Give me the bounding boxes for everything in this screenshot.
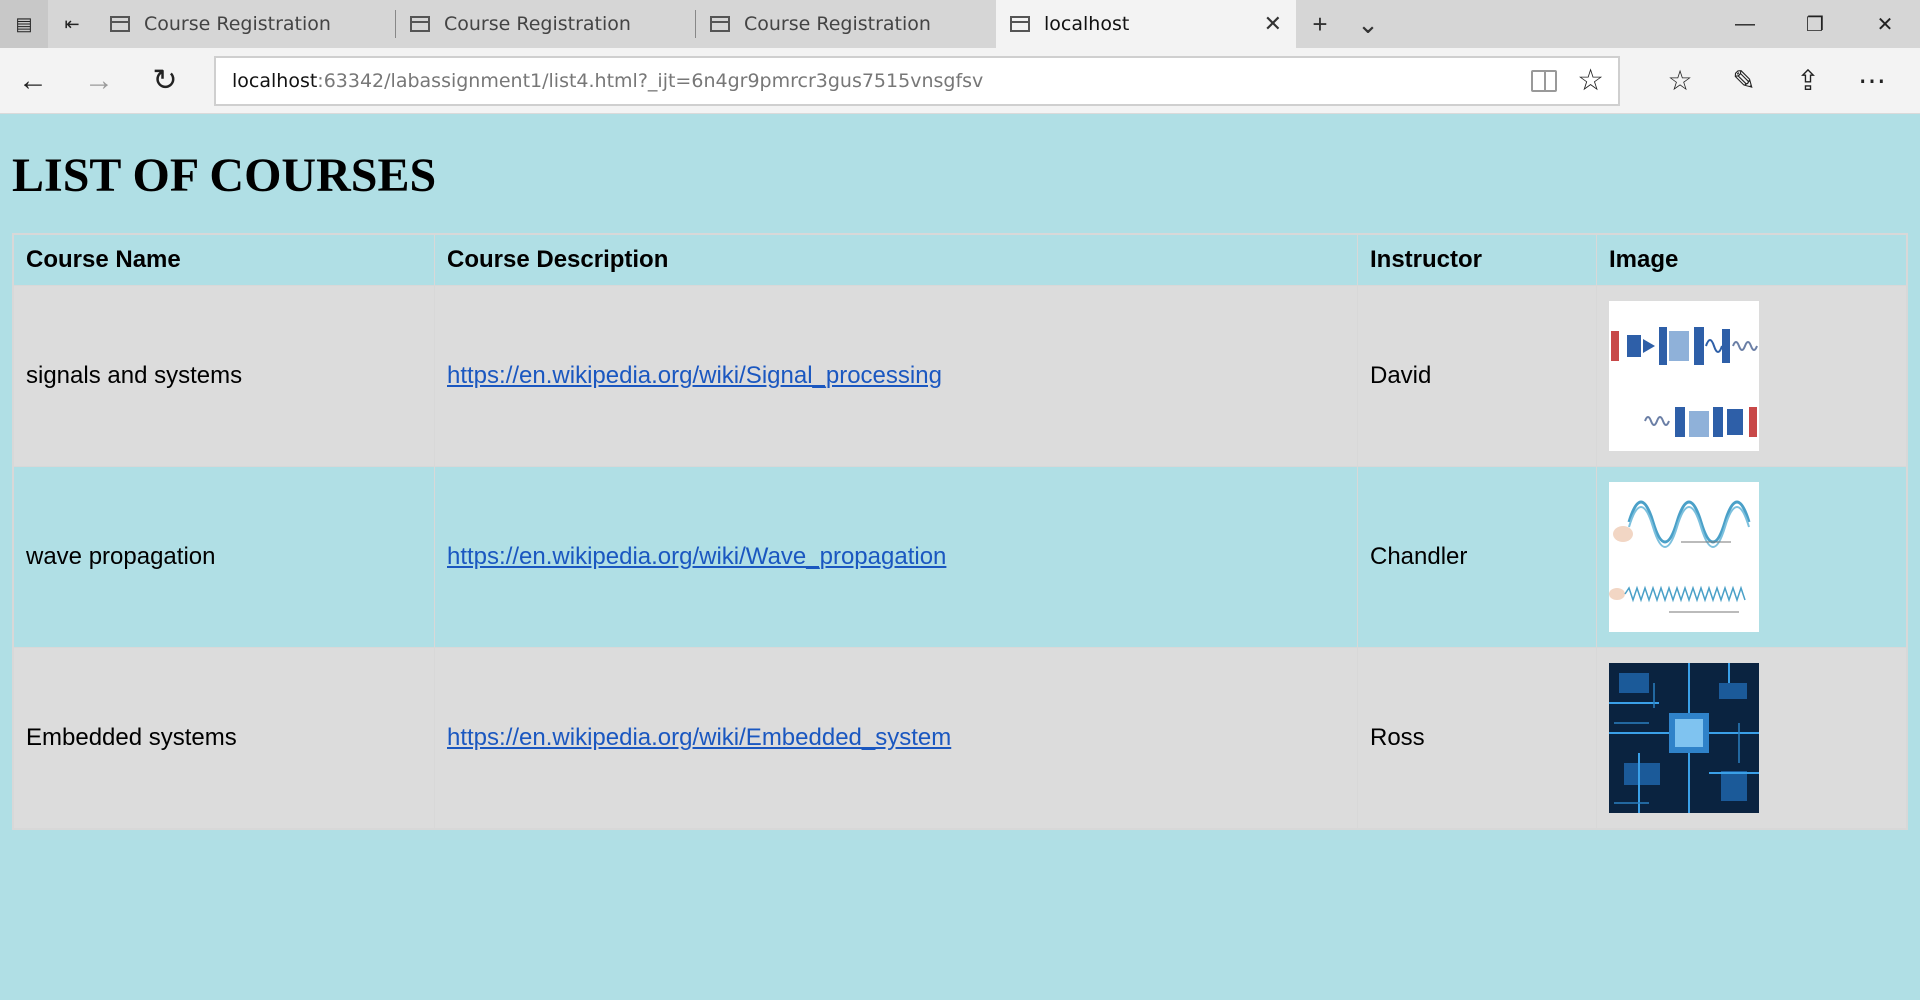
course-link[interactable]: https://en.wikipedia.org/wiki/Signal_pro… <box>447 362 942 389</box>
course-link[interactable]: https://en.wikipedia.org/wiki/Wave_propa… <box>447 543 946 570</box>
instructor: Chandler <box>1357 466 1597 648</box>
course-description: https://en.wikipedia.org/wiki/Embedded_s… <box>434 647 1358 830</box>
table-header-row: Course Name Course Description Instructo… <box>12 233 1908 286</box>
tab-localhost[interactable]: localhost ✕ <box>996 0 1296 48</box>
circuit-board-image <box>1609 663 1759 813</box>
header-instructor: Instructor <box>1357 233 1597 286</box>
page-title: LIST OF COURSES <box>12 149 437 202</box>
favorites-hub-icon[interactable]: ☆ <box>1648 64 1712 97</box>
pen-icon[interactable]: ✎ <box>1712 64 1776 97</box>
refresh-icon[interactable]: ↻ <box>132 63 198 98</box>
back-icon[interactable]: ← <box>0 64 66 98</box>
table-row: wave propagation https://en.wikipedia.or… <box>12 466 1908 648</box>
image-cell <box>1596 285 1908 467</box>
course-link[interactable]: https://en.wikipedia.org/wiki/Embedded_s… <box>447 724 951 751</box>
image-cell <box>1596 466 1908 648</box>
address-bar[interactable]: localhost:63342/labassignment1/list4.htm… <box>214 55 1620 106</box>
table-row: Embedded systems https://en.wikipedia.or… <box>12 647 1908 830</box>
instructor: Ross <box>1357 647 1597 830</box>
address-host: localhost <box>232 69 318 92</box>
image-cell <box>1596 647 1908 830</box>
header-course-name: Course Name <box>12 233 435 286</box>
chevron-down-icon[interactable]: ⌄ <box>1344 0 1392 48</box>
page-icon <box>410 16 430 32</box>
table-row: signals and systems https://en.wikipedia… <box>12 285 1908 467</box>
page-content: LIST OF COURSES Course Name Course Descr… <box>0 148 1920 830</box>
tab-title: Course Registration <box>144 13 331 35</box>
tab-course-registration-2[interactable]: Course Registration <box>396 0 696 48</box>
page-icon <box>1010 16 1030 32</box>
tab-title: localhost <box>1044 13 1130 35</box>
more-icon[interactable]: ⋯ <box>1840 64 1904 97</box>
tab-course-registration-3[interactable]: Course Registration <box>696 0 996 48</box>
tab-title: Course Registration <box>444 13 631 35</box>
share-icon[interactable]: ⇪ <box>1776 64 1840 97</box>
header-course-description: Course Description <box>434 233 1358 286</box>
tab-title: Course Registration <box>744 13 931 35</box>
courses-table: Course Name Course Description Instructo… <box>12 233 1908 830</box>
favorite-star-icon[interactable]: ☆ <box>1577 65 1604 96</box>
tab-bar: ▤ ⇤ Course Registration Course Registrat… <box>0 0 1920 48</box>
restore-icon[interactable]: ❐ <box>1780 0 1850 48</box>
course-name: wave propagation <box>12 466 435 648</box>
course-description: https://en.wikipedia.org/wiki/Signal_pro… <box>434 285 1358 467</box>
tab-course-registration-1[interactable]: Course Registration <box>96 0 396 48</box>
course-name: Embedded systems <box>12 647 435 830</box>
wave-diagram-image <box>1609 482 1759 632</box>
close-window-icon[interactable]: ✕ <box>1850 0 1920 48</box>
page-icon <box>110 16 130 32</box>
set-aside-tabs-icon[interactable]: ⇤ <box>48 0 96 48</box>
course-description: https://en.wikipedia.org/wiki/Wave_propa… <box>434 466 1358 648</box>
page-icon <box>710 16 730 32</box>
minimize-icon[interactable]: — <box>1710 0 1780 48</box>
close-icon[interactable]: ✕ <box>1264 12 1282 37</box>
forward-icon[interactable]: → <box>66 64 132 98</box>
signal-processing-image <box>1609 301 1759 451</box>
new-tab-icon[interactable]: + <box>1296 0 1344 48</box>
address-path: :63342/labassignment1/list4.html?_ijt=6n… <box>317 69 984 92</box>
header-image: Image <box>1596 233 1908 286</box>
course-name: signals and systems <box>12 285 435 467</box>
reading-view-icon[interactable] <box>1531 69 1558 92</box>
nav-bar: ← → ↻ localhost:63342/labassignment1/lis… <box>0 48 1920 114</box>
tab-actions-icon[interactable]: ▤ <box>0 0 48 48</box>
instructor: David <box>1357 285 1597 467</box>
